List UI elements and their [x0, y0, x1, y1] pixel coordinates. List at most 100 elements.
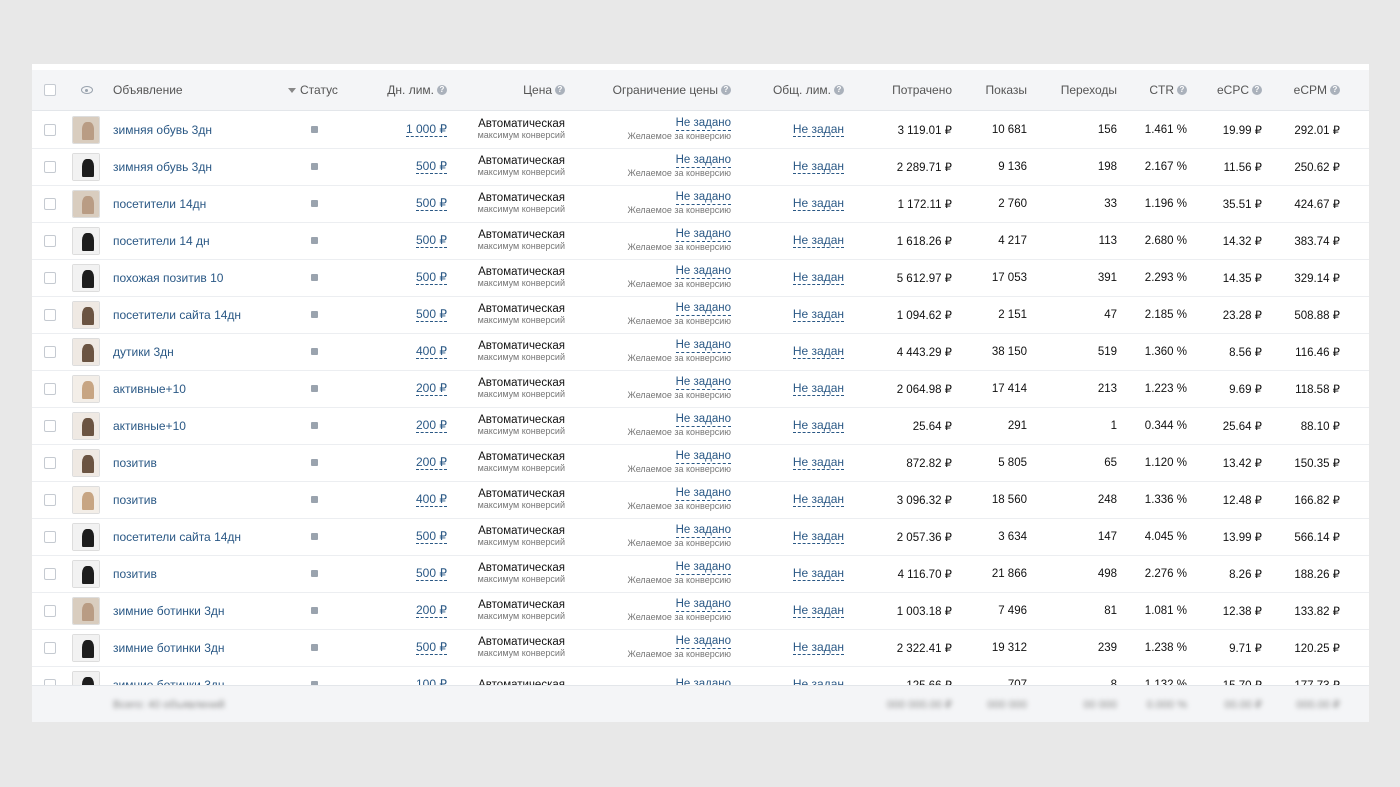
table-row[interactable]: посетители сайта 14дн 500 ₽ Автоматическ… [32, 518, 1369, 556]
help-icon[interactable]: ? [1330, 85, 1340, 95]
status-square-icon[interactable] [311, 422, 318, 429]
daily-limit-value[interactable]: 400 ₽ [416, 492, 447, 507]
status-square-icon[interactable] [311, 348, 318, 355]
status-square-icon[interactable] [311, 459, 318, 466]
ad-name-link[interactable]: похожая позитив 10 [113, 271, 223, 285]
table-row[interactable]: зимняя обувь 3дн 500 ₽ Автоматическая ма… [32, 148, 1369, 186]
table-row[interactable]: позитив 500 ₽ Автоматическая максимум ко… [32, 555, 1369, 593]
ad-name-link[interactable]: зимние ботинки 3дн [113, 641, 225, 655]
status-square-icon[interactable] [311, 163, 318, 170]
row-checkbox[interactable] [44, 567, 56, 580]
table-row[interactable]: активные+10 200 ₽ Автоматическая максиму… [32, 370, 1369, 408]
price-limit-value[interactable]: Не задано [675, 487, 731, 501]
table-row[interactable]: посетители 14 дн 500 ₽ Автоматическая ма… [32, 222, 1369, 260]
ad-thumbnail[interactable] [72, 263, 100, 292]
price-limit-value[interactable]: Не задано [675, 265, 731, 279]
daily-limit-value[interactable]: 200 ₽ [416, 455, 447, 470]
table-row[interactable]: зимняя обувь 3дн 1 000 ₽ Автоматическая … [32, 111, 1369, 149]
ad-thumbnail[interactable] [72, 115, 100, 144]
row-checkbox[interactable] [44, 308, 56, 321]
total-limit-value[interactable]: Не задан [792, 344, 844, 359]
help-icon[interactable]: ? [1252, 85, 1262, 95]
help-icon[interactable]: ? [437, 85, 447, 95]
total-limit-value[interactable]: Не задан [792, 529, 844, 544]
status-square-icon[interactable] [311, 570, 318, 577]
ad-thumbnail[interactable] [72, 485, 100, 514]
row-checkbox[interactable] [44, 160, 56, 173]
status-square-icon[interactable] [311, 237, 318, 244]
ad-thumbnail[interactable] [72, 633, 100, 662]
status-square-icon[interactable] [311, 607, 318, 614]
row-checkbox[interactable] [44, 641, 56, 654]
row-checkbox[interactable] [44, 382, 56, 395]
row-checkbox[interactable] [44, 456, 56, 469]
price-limit-value[interactable]: Не задано [675, 413, 731, 427]
price-limit-value[interactable]: Не задано [675, 228, 731, 242]
table-row[interactable]: позитив 200 ₽ Автоматическая максимум ко… [32, 444, 1369, 482]
table-row[interactable]: зимние ботинки 3дн 500 ₽ Автоматическая … [32, 629, 1369, 667]
col-ecpm-header[interactable]: eCPM ? [1272, 70, 1340, 110]
col-ctr-header[interactable]: CTR ? [1127, 70, 1187, 110]
row-checkbox[interactable] [44, 345, 56, 358]
help-icon[interactable]: ? [721, 85, 731, 95]
daily-limit-value[interactable]: 500 ₽ [416, 270, 447, 285]
ad-thumbnail[interactable] [72, 152, 100, 181]
price-limit-value[interactable]: Не задано [675, 117, 731, 131]
row-checkbox[interactable] [44, 234, 56, 247]
price-limit-value[interactable]: Не задано [675, 635, 731, 649]
ad-name-link[interactable]: позитив [113, 456, 157, 470]
col-clicks-header[interactable]: Переходы [1042, 70, 1117, 110]
total-limit-value[interactable]: Не задан [792, 492, 844, 507]
help-icon[interactable]: ? [555, 85, 565, 95]
daily-limit-value[interactable]: 1 000 ₽ [406, 122, 447, 137]
total-limit-value[interactable]: Не задан [792, 159, 844, 174]
col-spent-header[interactable]: Потрачено [862, 70, 952, 110]
select-all-checkbox[interactable] [44, 84, 56, 96]
ad-thumbnail[interactable] [72, 337, 100, 366]
price-limit-value[interactable]: Не задано [675, 450, 731, 464]
status-square-icon[interactable] [311, 274, 318, 281]
row-checkbox[interactable] [44, 604, 56, 617]
daily-limit-value[interactable]: 200 ₽ [416, 381, 447, 396]
ad-name-link[interactable]: посетители 14дн [113, 197, 206, 211]
row-checkbox[interactable] [44, 123, 56, 136]
table-row[interactable]: дутики 3дн 400 ₽ Автоматическая максимум… [32, 333, 1369, 371]
daily-limit-value[interactable]: 200 ₽ [416, 418, 447, 433]
help-icon[interactable]: ? [834, 85, 844, 95]
daily-limit-value[interactable]: 500 ₽ [416, 159, 447, 174]
daily-limit-value[interactable]: 500 ₽ [416, 640, 447, 655]
row-checkbox[interactable] [44, 530, 56, 543]
price-limit-value[interactable]: Не задано [675, 561, 731, 575]
status-square-icon[interactable] [311, 533, 318, 540]
ad-name-link[interactable]: активные+10 [113, 382, 186, 396]
price-limit-value[interactable]: Не задано [675, 524, 731, 538]
col-impressions-header[interactable]: Показы [962, 70, 1027, 110]
col-status-header[interactable]: Статус [288, 70, 368, 110]
ad-thumbnail[interactable] [72, 226, 100, 255]
total-limit-value[interactable]: Не задан [792, 307, 844, 322]
total-limit-value[interactable]: Не задан [792, 566, 844, 581]
ad-thumbnail[interactable] [72, 522, 100, 551]
ad-thumbnail[interactable] [72, 559, 100, 588]
ad-name-link[interactable]: дутики 3дн [113, 345, 174, 359]
row-checkbox[interactable] [44, 271, 56, 284]
col-total-limit-header[interactable]: Общ. лим. ? [752, 70, 844, 110]
col-daily-limit-header[interactable]: Дн. лим. ? [372, 70, 447, 110]
ad-name-link[interactable]: зимние ботинки 3дн [113, 604, 225, 618]
total-limit-value[interactable]: Не задан [792, 233, 844, 248]
ad-thumbnail[interactable] [72, 374, 100, 403]
ad-name-link[interactable]: зимняя обувь 3дн [113, 123, 212, 137]
daily-limit-value[interactable]: 500 ₽ [416, 233, 447, 248]
table-row[interactable]: позитив 400 ₽ Автоматическая максимум ко… [32, 481, 1369, 519]
row-checkbox[interactable] [44, 419, 56, 432]
daily-limit-value[interactable]: 500 ₽ [416, 566, 447, 581]
ad-thumbnail[interactable] [72, 300, 100, 329]
col-price-limit-header[interactable]: Ограничение цены ? [592, 70, 731, 110]
daily-limit-value[interactable]: 500 ₽ [416, 529, 447, 544]
ad-thumbnail[interactable] [72, 596, 100, 625]
price-limit-value[interactable]: Не задано [675, 376, 731, 390]
total-limit-value[interactable]: Не задан [792, 603, 844, 618]
ad-name-link[interactable]: зимняя обувь 3дн [113, 160, 212, 174]
ad-name-link[interactable]: позитив [113, 493, 157, 507]
status-square-icon[interactable] [311, 126, 318, 133]
